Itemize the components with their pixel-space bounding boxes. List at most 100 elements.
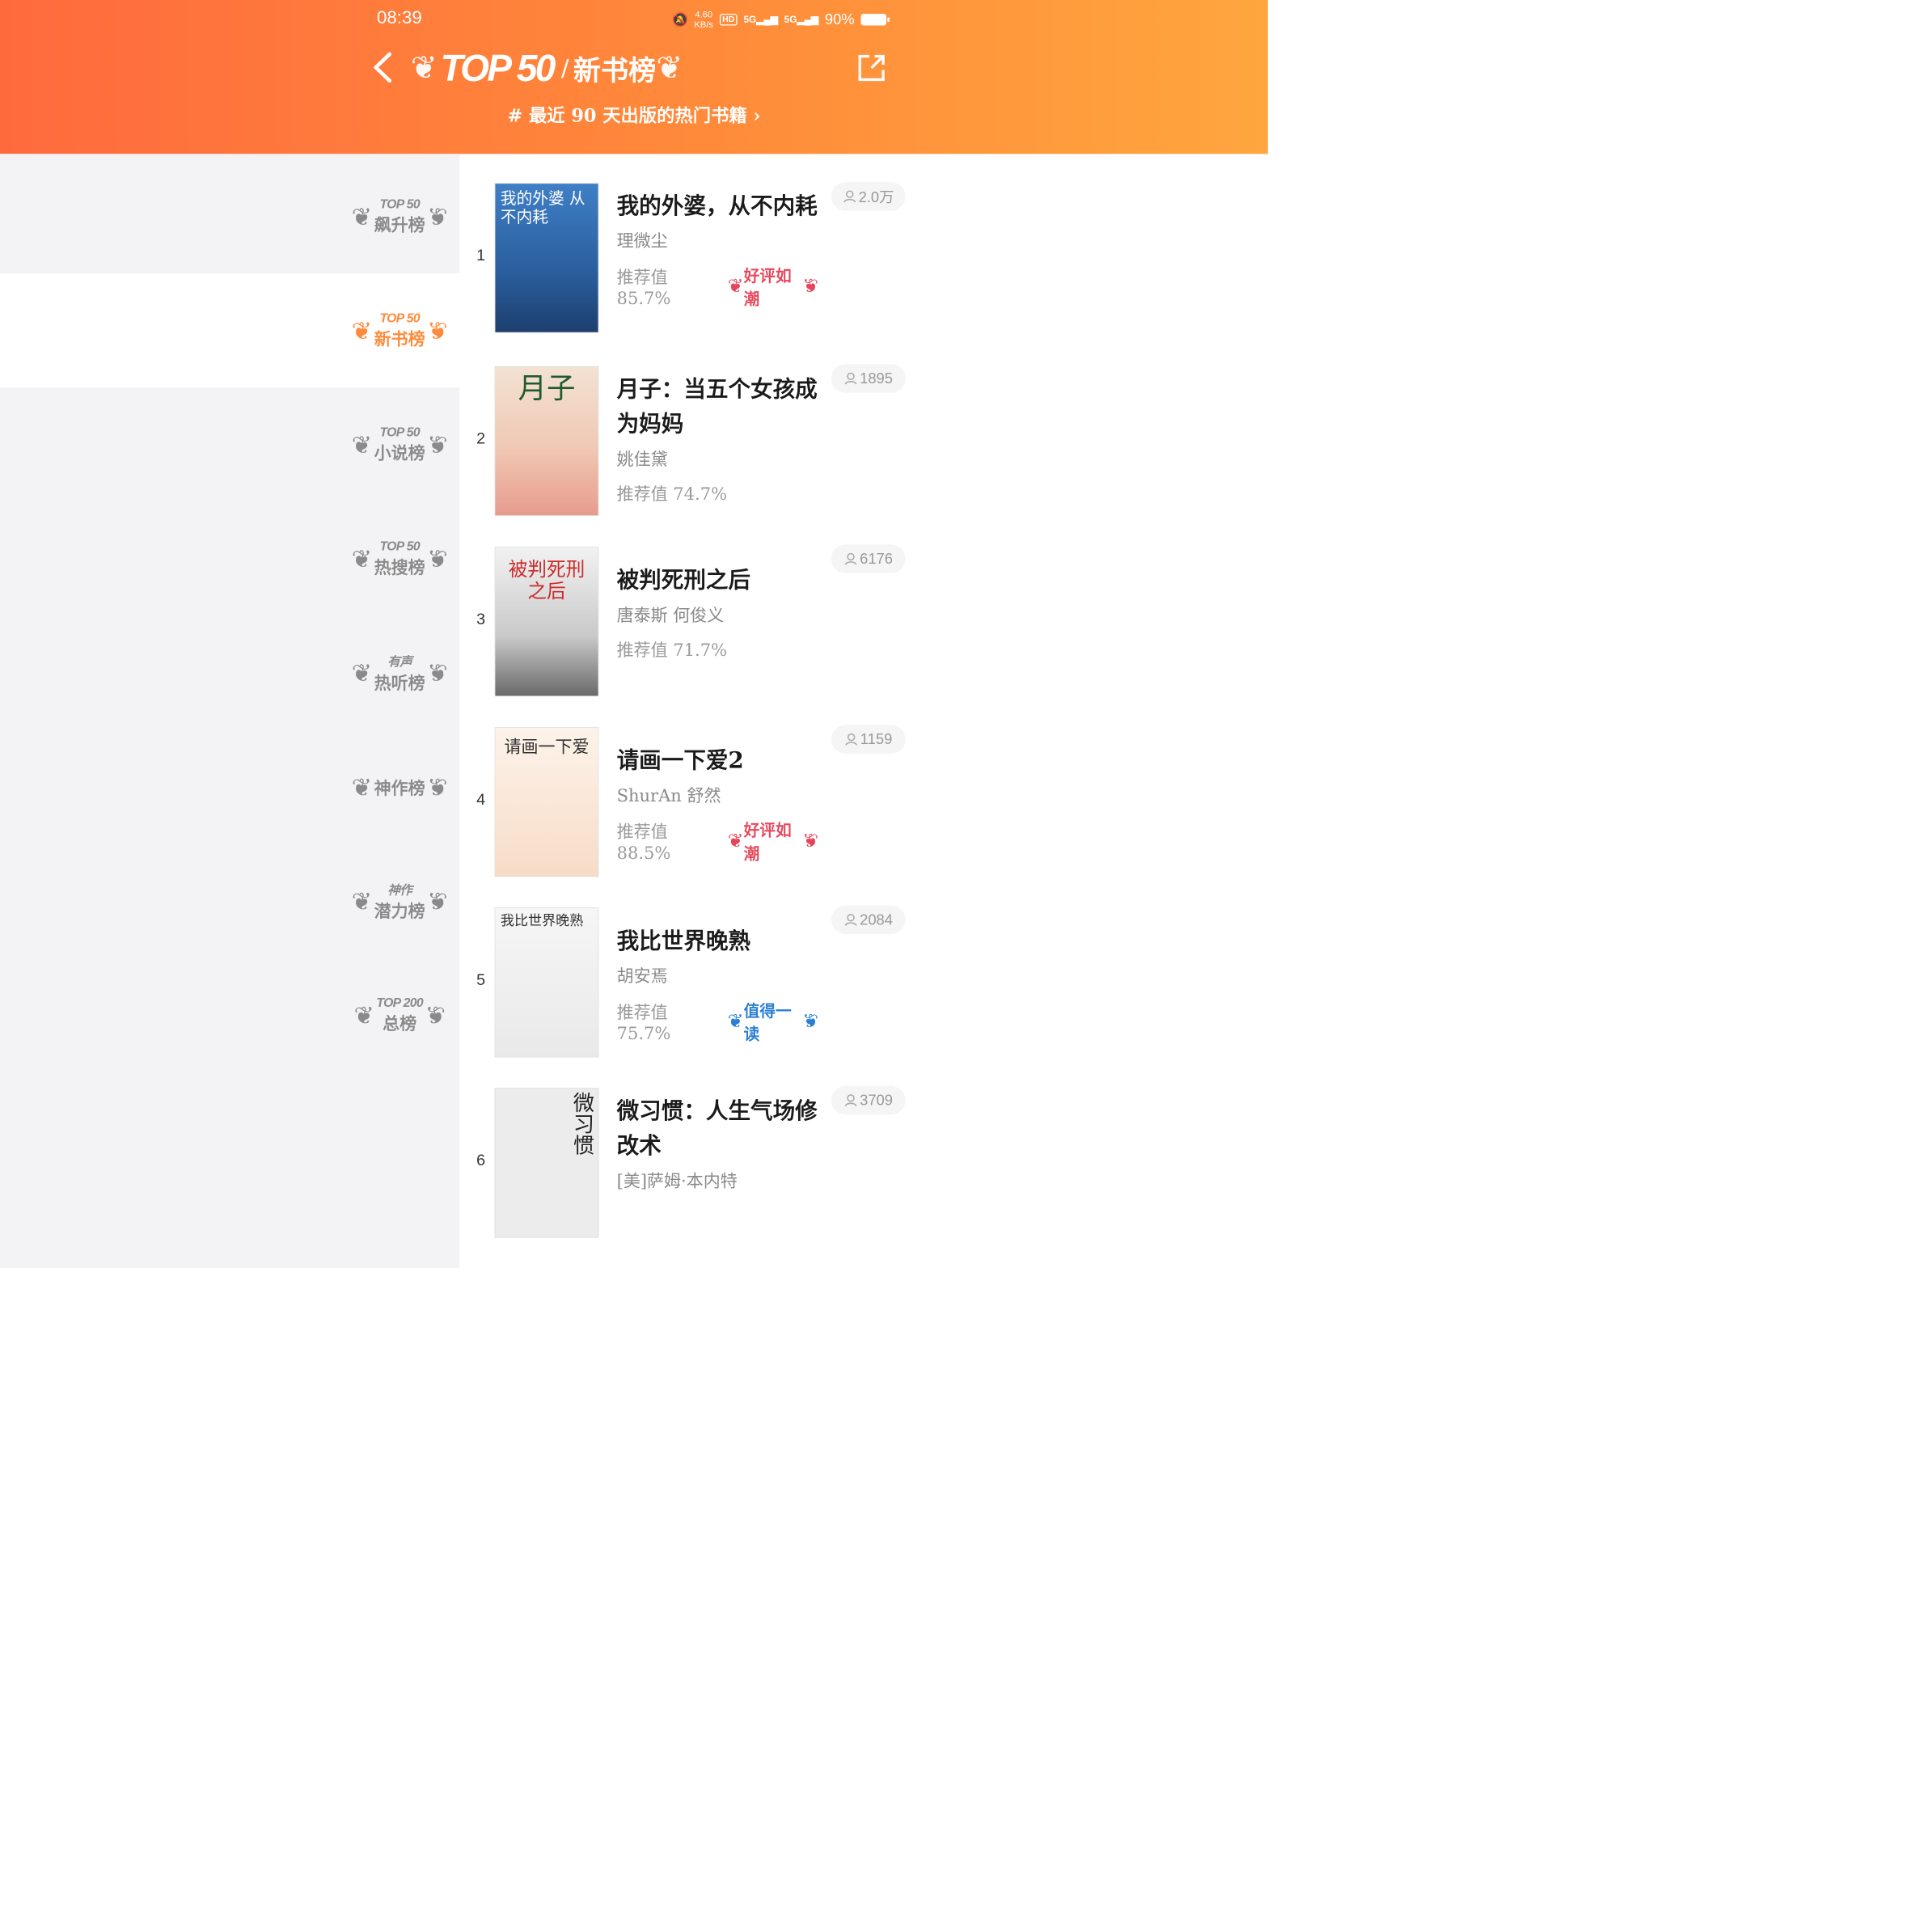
share-icon[interactable]: [856, 52, 887, 83]
sidebar-item-8[interactable]: ❦ TOP 200 总榜 ❦: [340, 958, 459, 1072]
book-title[interactable]: 月子：当五个女孩成为妈妈: [617, 371, 818, 442]
sidebar-item-label: TOP 50 飙升榜: [374, 197, 425, 235]
book-recommend: 推荐值 71.7%: [616, 640, 728, 661]
rating-badge: ❦ 值得一读 ❦: [727, 1002, 819, 1044]
laurel-icon: ❦: [427, 544, 448, 573]
laurel-icon: ❦: [351, 772, 373, 801]
book-author: [美]萨姆·本内特: [616, 1170, 738, 1191]
person-icon: [845, 733, 857, 746]
book-row[interactable]: 2 月子 月子：当五个女孩成为妈妈 姚佳黛 推荐值 74.7% 1895: [459, 364, 921, 526]
book-row[interactable]: 3 被判死刑 之后 被判死刑之后唐泰斯 何俊义 推荐值 71.7% 6176: [459, 544, 921, 706]
book-rank: 3: [476, 610, 486, 628]
sidebar-item-1[interactable]: ❦ TOP 50 飙升榜 ❦: [340, 159, 459, 273]
battery-percent: 90%: [824, 11, 855, 28]
book-rank: 1: [476, 247, 486, 264]
book-cover[interactable]: 月子: [494, 366, 599, 516]
laurel-icon: ❦: [427, 201, 448, 231]
book-row[interactable]: 4 请画一下爱 请画一下爱2 ShurAn 舒然 推荐值 88.5% ❦ 好评如潮 ❦ 1159: [459, 725, 921, 886]
book-cover-title: 我的外婆 从不内耗: [500, 189, 586, 226]
hd-icon: HD: [719, 14, 738, 26]
reader-count: 1895: [831, 364, 906, 393]
status-icons: 🔕 4.60 KB/s HD 5G▂▄▆ 5G▂▄▆ 90%: [672, 9, 890, 30]
net-speed: 4.60 KB/s: [694, 9, 714, 30]
book-title[interactable]: 微习惯：人生气场修改术: [617, 1093, 818, 1164]
title-brand: TOP 50: [440, 47, 556, 89]
book-author: 胡安焉: [616, 966, 668, 987]
rating-badge: ❦ 好评如潮 ❦: [727, 821, 819, 864]
reader-count: 3709: [831, 1085, 906, 1115]
book-info: 微习惯：人生气场修改术 [美]萨姆·本内特: [617, 1093, 818, 1192]
book-cover[interactable]: 我的外婆 从不内耗: [494, 183, 599, 333]
laurel-icon: ❦: [425, 1000, 446, 1029]
book-info: 我的外婆，从不内耗 理微尘 推荐值 85.7% ❦ 好评如潮 ❦: [617, 188, 818, 310]
book-row[interactable]: 1 我的外婆 从不内耗 我的外婆，从不内耗 理微尘 推荐值 85.7% ❦ 好评如潮 ❦ 2.0…: [459, 182, 921, 342]
book-info: 月子：当五个女孩成为妈妈 姚佳黛 推荐值 74.7%: [617, 371, 818, 505]
sidebar-item-7[interactable]: ❦ 神作 潜力榜 ❦: [340, 844, 459, 958]
book-title[interactable]: 我比世界晚熟: [617, 924, 818, 958]
book-cover[interactable]: 被判死刑 之后: [494, 546, 599, 697]
reader-count: 6176: [831, 544, 906, 573]
sidebar-item-label: 神作榜: [374, 777, 425, 798]
title-separator: /: [560, 54, 569, 82]
person-icon: [843, 190, 856, 203]
title-name: 新书榜: [573, 54, 657, 87]
sidebar-item-label: TOP 200 总榜: [376, 995, 423, 1034]
signal-5g-icon: 5G▂▄▆: [743, 14, 778, 25]
laurel-icon: ❦: [427, 315, 448, 345]
book-title[interactable]: 被判死刑之后: [617, 563, 818, 598]
sidebar-item-4[interactable]: ❦ TOP 50 热搜榜 ❦: [340, 501, 459, 615]
status-time: 08:39: [376, 7, 422, 28]
person-icon: [844, 552, 857, 565]
subtitle-link[interactable]: # 最近 90 天出版的热门书籍 ›: [0, 101, 1268, 127]
sidebar-item-3[interactable]: ❦ TOP 50 小说榜 ❦: [340, 387, 459, 501]
book-cover[interactable]: 微习惯: [494, 1088, 599, 1238]
book-row[interactable]: 5 我比世界晚熟 我比世界晚熟 胡安焉 推荐值 75.7% ❦ 值得一读 ❦ 2084: [459, 905, 921, 1067]
reader-count: 2084: [831, 905, 906, 935]
book-cover-title: 请画一下爱: [504, 736, 590, 757]
battery-icon: [860, 14, 890, 26]
laurel-icon: ❦: [351, 429, 373, 459]
reader-count: 1159: [831, 725, 906, 754]
book-cover[interactable]: 请画一下爱: [494, 727, 599, 877]
book-cover-title: 我比世界晚熟: [500, 912, 584, 929]
book-info: 被判死刑之后唐泰斯 何俊义 推荐值 71.7%: [617, 563, 818, 662]
back-chevron-icon[interactable]: [368, 49, 400, 86]
book-author: ShurAn 舒然: [616, 785, 721, 806]
book-author: 唐泰斯 何俊义: [616, 605, 725, 626]
book-rank: 5: [476, 971, 486, 989]
laurel-icon: ❦: [802, 830, 819, 852]
laurel-icon: ❦: [353, 1000, 374, 1029]
book-cover-title: 月子: [518, 371, 576, 405]
person-icon: [844, 372, 857, 385]
laurel-icon: ❦: [351, 886, 373, 915]
rating-badge: ❦ 好评如潮 ❦: [727, 267, 819, 309]
sidebar-item-6[interactable]: ❦ 神作榜 ❦: [340, 729, 459, 843]
book-cover-title: 被判死刑 之后: [508, 559, 586, 603]
sidebar-item-2[interactable]: ❦ TOP 50 新书榜 ❦: [0, 273, 460, 388]
laurel-icon: ❦: [351, 201, 373, 231]
laurel-icon: ❦: [727, 275, 744, 298]
sidebar-item-label: 有声 热听榜: [374, 654, 425, 694]
laurel-icon: ❦: [727, 1010, 744, 1033]
reader-count: 2.0万: [831, 182, 906, 211]
book-title[interactable]: 我的外婆，从不内耗: [617, 188, 818, 223]
laurel-left-icon: ❦: [410, 49, 438, 87]
laurel-icon: ❦: [727, 830, 744, 852]
sidebar-item-label: TOP 50 热搜榜: [374, 539, 425, 577]
book-cover[interactable]: 我比世界晚熟: [494, 907, 599, 1058]
laurel-icon: ❦: [802, 1010, 819, 1033]
signal-5g-icon-2: 5G▂▄▆: [784, 14, 818, 25]
sidebar-item-label: TOP 50 新书榜: [374, 311, 425, 349]
book-row[interactable]: 6 微习惯 微习惯：人生气场修改术 [美]萨姆·本内特 3709: [459, 1085, 921, 1247]
book-rank: 4: [476, 790, 486, 809]
book-recommend: 推荐值 74.7%: [616, 484, 728, 505]
laurel-icon: ❦: [427, 772, 448, 801]
laurel-icon: ❦: [427, 429, 448, 459]
laurel-icon: ❦: [427, 658, 448, 687]
sidebar-item-5[interactable]: ❦ 有声 热听榜 ❦: [340, 615, 459, 729]
laurel-icon: ❦: [351, 544, 373, 573]
laurel-icon: ❦: [427, 886, 448, 915]
top-header: 08:39 🔕 4.60 KB/s HD 5G▂▄▆ 5G▂▄▆ 90% ❦ TO…: [0, 0, 1268, 154]
laurel-icon: ❦: [351, 658, 373, 687]
book-title[interactable]: 请画一下爱2: [617, 743, 818, 778]
